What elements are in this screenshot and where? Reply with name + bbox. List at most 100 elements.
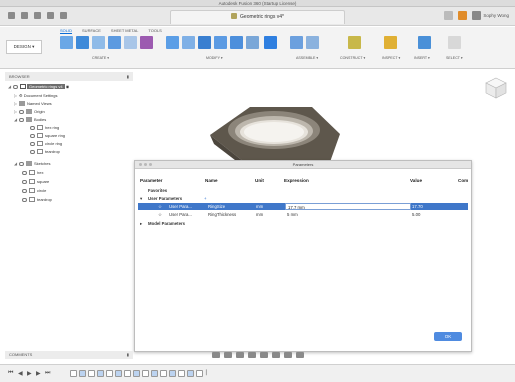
play-icon[interactable]: ▶ xyxy=(27,370,32,377)
tree-item-named-views[interactable]: ▷ Named Views xyxy=(14,100,52,108)
modify-menu[interactable]: MODIFY ▾ xyxy=(206,56,223,60)
timeline-extrude-icon[interactable] xyxy=(115,370,122,377)
close-icon[interactable] xyxy=(139,163,142,166)
fit-icon[interactable] xyxy=(260,351,268,358)
step-back-icon[interactable]: ◀ xyxy=(18,370,23,377)
favorite-star-icon[interactable]: ☆ xyxy=(158,203,162,210)
extrude-icon[interactable] xyxy=(92,36,105,49)
cell-expression[interactable]: 5 mm xyxy=(287,211,298,218)
tree-item-sketch[interactable]: circle xyxy=(22,187,46,195)
visibility-icon[interactable] xyxy=(30,126,35,130)
timeline-sketch-icon[interactable] xyxy=(178,370,185,377)
user-parameters-row[interactable]: ▾ User Parameters + xyxy=(138,195,468,202)
add-parameter-icon[interactable]: + xyxy=(204,195,207,202)
grid-settings-icon[interactable] xyxy=(284,351,292,358)
visibility-icon[interactable] xyxy=(30,150,35,154)
column-header-unit[interactable]: Unit xyxy=(255,178,264,183)
zoom-icon[interactable] xyxy=(248,351,256,358)
workspace-switcher[interactable]: DESIGN ▾ xyxy=(6,40,42,54)
visibility-icon[interactable] xyxy=(19,118,24,122)
go-to-start-icon[interactable]: ⏮ xyxy=(8,370,13,377)
undo-icon[interactable] xyxy=(47,12,54,19)
tree-item-bodies[interactable]: ◢ Bodies xyxy=(14,116,46,124)
pan-icon[interactable] xyxy=(236,351,244,358)
visibility-icon[interactable] xyxy=(22,198,27,202)
add-tab-icon[interactable] xyxy=(444,11,453,20)
timeline-sketch-icon[interactable] xyxy=(196,370,203,377)
insert-menu[interactable]: INSERT ▾ xyxy=(414,56,430,60)
column-header-comment[interactable]: Com xyxy=(458,178,468,183)
job-status-icon[interactable] xyxy=(472,11,481,20)
tree-item-sketch[interactable]: hex xyxy=(22,169,43,177)
tab-surface[interactable]: SURFACE xyxy=(82,28,101,34)
timeline-extrude-icon[interactable] xyxy=(133,370,140,377)
offset-plane-icon[interactable] xyxy=(348,36,361,49)
viewports-icon[interactable] xyxy=(296,351,304,358)
save-icon[interactable] xyxy=(34,12,41,19)
visibility-icon[interactable] xyxy=(19,162,24,166)
tree-item-body[interactable]: square ring xyxy=(30,132,65,140)
timeline-extrude-icon[interactable] xyxy=(151,370,158,377)
visibility-icon[interactable] xyxy=(22,180,27,184)
display-settings-icon[interactable] xyxy=(272,351,280,358)
column-header-expression[interactable]: Expression xyxy=(284,178,309,183)
collapse-icon[interactable]: ▮ xyxy=(127,351,129,359)
measure-icon[interactable] xyxy=(384,36,397,49)
shell-icon[interactable] xyxy=(214,36,227,49)
go-to-end-icon[interactable]: ⏭ xyxy=(45,370,50,377)
tree-item-body[interactable]: circle ring xyxy=(30,140,62,148)
expand-arrow-icon[interactable]: ▸ xyxy=(140,220,142,227)
redo-icon[interactable] xyxy=(60,12,67,19)
column-header-value[interactable]: Value xyxy=(410,178,422,183)
tab-tools[interactable]: TOOLS xyxy=(148,28,162,34)
construct-menu[interactable]: CONSTRUCT ▾ xyxy=(340,56,365,60)
favorites-row[interactable]: Favorites xyxy=(138,187,468,194)
timeline-sketch-icon[interactable] xyxy=(88,370,95,377)
tree-item-body[interactable]: hex ring xyxy=(30,124,59,132)
orbit-icon[interactable] xyxy=(212,351,220,358)
select-menu[interactable]: SELECT ▾ xyxy=(446,56,463,60)
browser-header[interactable]: BROWSER ▮ xyxy=(5,72,133,81)
look-at-icon[interactable] xyxy=(224,351,232,358)
timeline-sketch-icon[interactable] xyxy=(142,370,149,377)
model-parameters-row[interactable]: ▸ Model Parameters xyxy=(138,220,468,227)
extensions-icon[interactable] xyxy=(458,11,467,20)
tree-item-body[interactable]: teardrop xyxy=(30,148,60,156)
parameters-icon[interactable] xyxy=(264,36,277,49)
tree-item-sketch[interactable]: teardrop xyxy=(22,196,52,204)
comments-panel[interactable]: COMMENTS ▮ xyxy=(5,351,133,359)
visibility-icon[interactable] xyxy=(22,171,27,175)
grid-icon[interactable] xyxy=(8,12,15,19)
tree-item-document-settings[interactable]: ▷ ⚙ Document Settings xyxy=(14,92,58,100)
inspect-menu[interactable]: INSPECT ▾ xyxy=(382,56,400,60)
assemble-menu[interactable]: ASSEMBLE ▾ xyxy=(296,56,318,60)
minimize-icon[interactable] xyxy=(144,163,147,166)
tab-solid[interactable]: SOLID xyxy=(60,28,73,34)
column-header-parameter[interactable]: Parameter xyxy=(140,178,162,183)
visibility-icon[interactable] xyxy=(13,85,18,89)
tree-item-sketch[interactable]: square xyxy=(22,178,49,186)
joint-icon[interactable] xyxy=(290,36,303,49)
favorite-star-icon[interactable]: ☆ xyxy=(158,211,162,218)
timeline-extrude-icon[interactable] xyxy=(79,370,86,377)
document-tab[interactable]: Geometric rings v4* xyxy=(170,10,345,24)
create-menu[interactable]: CREATE ▾ xyxy=(92,56,109,60)
column-header-name[interactable]: Name xyxy=(205,178,218,183)
timeline-sketch-icon[interactable] xyxy=(106,370,113,377)
timeline-extrude-icon[interactable] xyxy=(169,370,176,377)
tree-item-origin[interactable]: ▷ Origin xyxy=(14,108,45,116)
table-row[interactable]: ☆ User Para... RingThickness mm 5 mm 5.0… xyxy=(138,211,468,218)
timeline-sketch-icon[interactable] xyxy=(160,370,167,377)
insert-image-icon[interactable] xyxy=(418,36,431,49)
press-pull-icon[interactable] xyxy=(166,36,179,49)
visibility-icon[interactable] xyxy=(19,110,24,114)
ok-button[interactable]: OK xyxy=(434,332,462,341)
timeline-extrude-icon[interactable] xyxy=(97,370,104,377)
fillet-icon[interactable] xyxy=(182,36,195,49)
timeline-extrude-icon[interactable] xyxy=(187,370,194,377)
create-sketch-icon[interactable] xyxy=(76,36,89,49)
visibility-icon[interactable] xyxy=(22,189,27,193)
chamfer-icon[interactable] xyxy=(198,36,211,49)
hole-icon[interactable] xyxy=(124,36,137,49)
new-component-icon[interactable] xyxy=(60,36,73,49)
